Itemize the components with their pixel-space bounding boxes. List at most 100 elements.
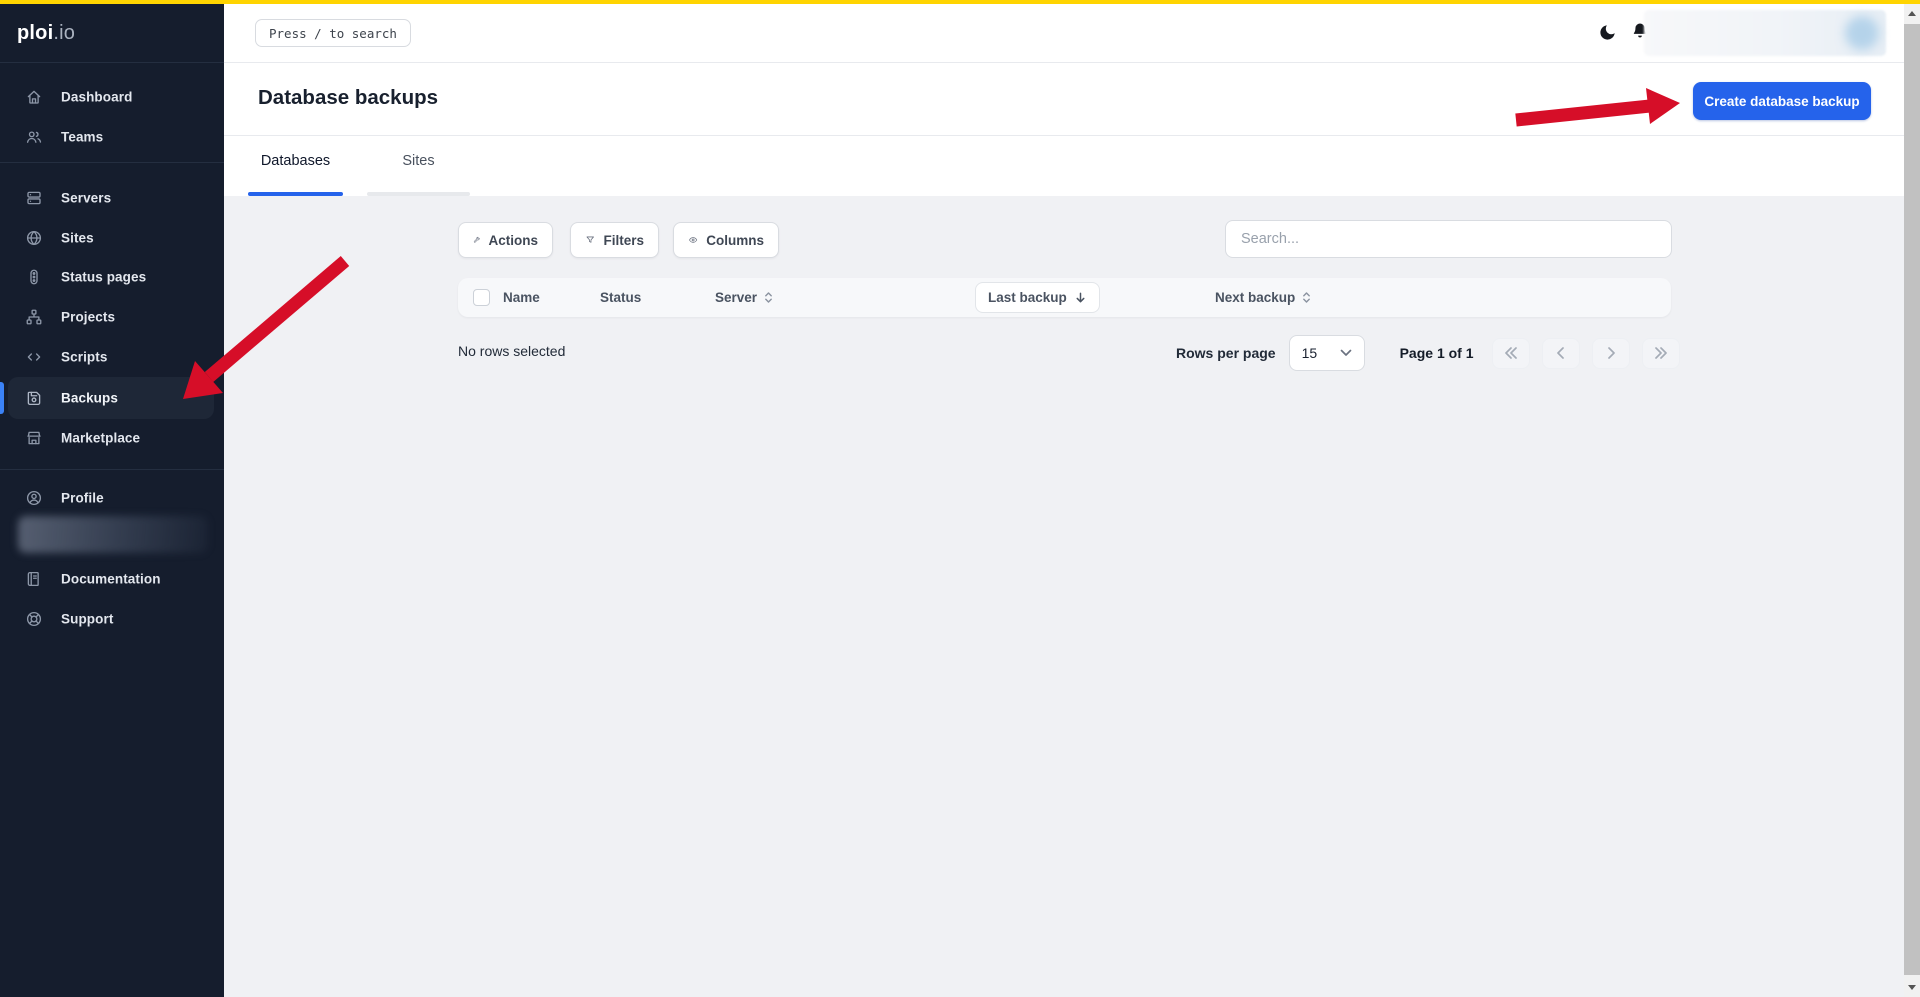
sidebar-item-projects[interactable]: Projects xyxy=(0,297,224,337)
column-label: Next backup xyxy=(1215,290,1295,305)
chevron-right-icon xyxy=(1604,347,1618,359)
lifebuoy-icon xyxy=(25,610,43,628)
logo-text-bold: ploi xyxy=(17,22,53,44)
column-header-status: Status xyxy=(600,278,641,317)
chevrons-left-icon xyxy=(1504,347,1518,359)
tab-databases[interactable]: Databases xyxy=(248,136,343,196)
avatar xyxy=(1845,16,1879,50)
page-title: Database backups xyxy=(258,86,438,110)
sidebar-item-marketplace[interactable]: Marketplace xyxy=(0,418,224,458)
rows-per-page-select[interactable]: 15 xyxy=(1289,335,1365,371)
server-icon xyxy=(25,189,43,207)
sidebar-item-support[interactable]: Support xyxy=(0,599,224,639)
sort-desc-icon xyxy=(1074,291,1087,304)
sidebar-divider xyxy=(0,469,224,470)
traffic-light-icon xyxy=(25,268,43,286)
sidebar-item-label: Marketplace xyxy=(61,431,140,446)
scrollbar[interactable] xyxy=(1904,4,1920,997)
sort-icon xyxy=(764,291,773,304)
floppy-disk-icon xyxy=(25,389,43,407)
pagination-first-button[interactable] xyxy=(1492,338,1530,369)
content-area: Actions Filters Columns Name Status Serv… xyxy=(224,196,1904,997)
sidebar-item-documentation[interactable]: Documentation xyxy=(0,559,224,599)
create-database-backup-button[interactable]: Create database backup xyxy=(1693,82,1871,120)
table-header-row: Name Status Server Last backup Next back… xyxy=(458,278,1671,317)
sidebar-item-label: Status pages xyxy=(61,270,146,285)
filters-button-label: Filters xyxy=(603,233,644,248)
sidebar-item-status-pages[interactable]: Status pages xyxy=(0,257,224,297)
users-icon xyxy=(25,128,43,146)
column-header-server[interactable]: Server xyxy=(715,278,773,317)
tab-sites[interactable]: Sites xyxy=(367,136,470,196)
top-accent-bar xyxy=(0,0,1920,4)
sidebar-item-teams[interactable]: Teams xyxy=(0,117,224,157)
book-icon xyxy=(25,570,43,588)
sidebar-item-scripts[interactable]: Scripts xyxy=(0,337,224,377)
blurred-user-name xyxy=(18,516,208,553)
app-logo[interactable]: ploi.io xyxy=(17,22,75,45)
table-search-input[interactable] xyxy=(1225,220,1672,258)
sidebar-item-label: Servers xyxy=(61,191,111,206)
wrench-icon xyxy=(473,232,480,248)
sidebar-item-label: Dashboard xyxy=(61,90,132,105)
pagination-last-button[interactable] xyxy=(1642,338,1680,369)
scrollbar-thumb[interactable] xyxy=(1904,24,1920,975)
pagination-prev-button[interactable] xyxy=(1542,338,1580,369)
page-header: Database backups Create database backup xyxy=(224,63,1904,136)
user-circle-icon xyxy=(25,489,43,507)
home-icon xyxy=(25,88,43,106)
column-header-name: Name xyxy=(503,278,540,317)
sort-icon xyxy=(1302,291,1311,304)
sidebar-item-servers[interactable]: Servers xyxy=(0,178,224,218)
selection-status-text: No rows selected xyxy=(458,343,565,359)
sidebar-item-profile[interactable]: Profile xyxy=(0,478,224,518)
tab-label: Sites xyxy=(367,153,470,169)
tab-label: Databases xyxy=(248,153,343,169)
sidebar-item-label: Support xyxy=(61,612,113,627)
column-label: Name xyxy=(503,290,540,305)
code-icon xyxy=(25,348,43,366)
actions-button[interactable]: Actions xyxy=(458,222,553,258)
pagination-controls: Rows per page 15 Page 1 of 1 xyxy=(1176,335,1680,371)
column-label: Status xyxy=(600,290,641,305)
columns-button[interactable]: Columns xyxy=(673,222,779,258)
sidebar-item-label: Teams xyxy=(61,130,103,145)
globe-icon xyxy=(25,229,43,247)
pagination-buttons xyxy=(1492,338,1680,369)
topbar: Press / to search xyxy=(224,4,1904,63)
sidebar-item-label: Documentation xyxy=(61,572,161,587)
sidebar-item-label: Projects xyxy=(61,310,115,325)
select-all-checkbox[interactable] xyxy=(473,289,490,306)
page-indicator: Page 1 of 1 xyxy=(1400,345,1478,361)
sidebar-item-label: Sites xyxy=(61,231,94,246)
filters-button[interactable]: Filters xyxy=(570,222,659,258)
pagination-next-button[interactable] xyxy=(1592,338,1630,369)
user-menu-blurred[interactable] xyxy=(1644,10,1886,56)
column-header-last-backup[interactable]: Last backup xyxy=(975,282,1100,313)
rows-per-page-value: 15 xyxy=(1302,345,1318,361)
eye-icon xyxy=(688,232,698,248)
column-header-next-backup[interactable]: Next backup xyxy=(1215,278,1311,317)
storefront-icon xyxy=(25,429,43,447)
chevrons-right-icon xyxy=(1654,347,1668,359)
network-icon xyxy=(25,308,43,326)
scrollbar-up-arrow[interactable] xyxy=(1904,4,1920,22)
sidebar-item-backups[interactable]: Backups xyxy=(0,378,224,418)
chevron-left-icon xyxy=(1554,347,1568,359)
sidebar-divider xyxy=(0,62,224,63)
scrollbar-down-arrow[interactable] xyxy=(1904,977,1920,997)
sidebar: ploi.io Dashboard Teams Servers Sites St… xyxy=(0,0,224,997)
sidebar-item-sites[interactable]: Sites xyxy=(0,218,224,258)
dark-mode-toggle[interactable] xyxy=(1598,23,1617,42)
rows-per-page-label: Rows per page xyxy=(1176,345,1276,361)
sidebar-divider xyxy=(0,162,224,163)
tab-bar: Databases Sites xyxy=(224,136,1904,196)
global-search-shortcut[interactable]: Press / to search xyxy=(255,19,411,47)
sidebar-item-dashboard[interactable]: Dashboard xyxy=(0,77,224,117)
funnel-icon xyxy=(585,232,595,248)
sidebar-item-label: Scripts xyxy=(61,350,107,365)
sidebar-item-label: Profile xyxy=(61,491,104,506)
app-window: ploi.io Dashboard Teams Servers Sites St… xyxy=(0,0,1920,997)
columns-button-label: Columns xyxy=(706,233,764,248)
actions-button-label: Actions xyxy=(488,233,538,248)
